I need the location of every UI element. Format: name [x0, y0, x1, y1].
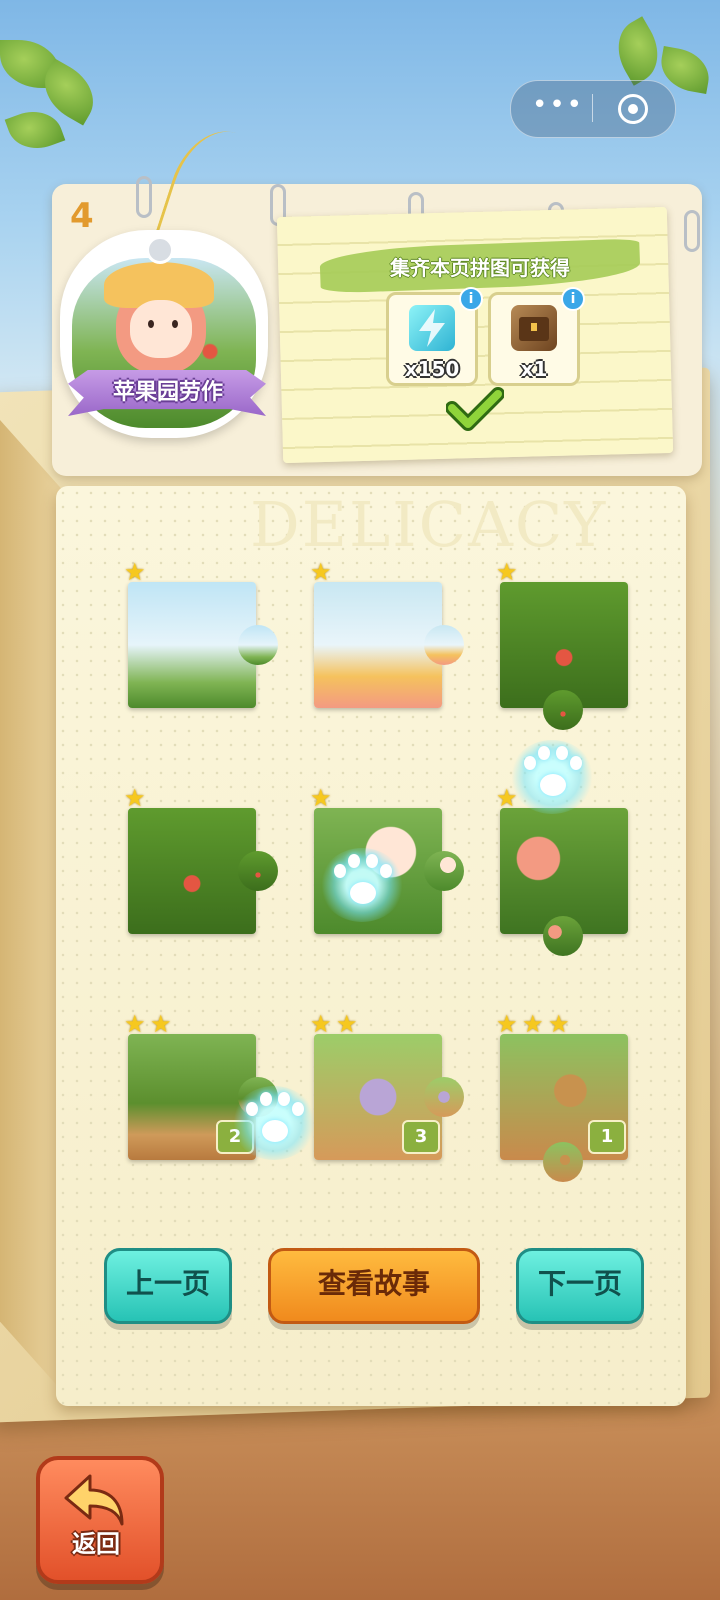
paw-pad: [246, 1102, 258, 1116]
lightning-icon: [409, 305, 455, 351]
star-icon: ★: [310, 1010, 332, 1038]
paw-pad: [278, 1092, 290, 1106]
piece-star-rating: ★ ★ ★: [496, 1012, 572, 1036]
close-miniprogram-icon[interactable]: [618, 94, 648, 124]
reward-item-energy[interactable]: x150 i: [386, 287, 483, 386]
puzzle-tab: [238, 851, 278, 891]
info-icon[interactable]: i: [561, 287, 585, 311]
character-name-label: 苹果园劳作: [112, 380, 223, 405]
puzzle-tab: [543, 916, 583, 956]
paw-pad: [334, 864, 346, 878]
paw-pad: [292, 1102, 304, 1116]
paw-pad: [538, 746, 550, 760]
puzzle-tab: [424, 1077, 464, 1117]
paw-pad: [380, 864, 392, 878]
page-number: 4: [70, 196, 94, 236]
paw-pad: [260, 1092, 272, 1106]
puzzle-tab: [543, 1142, 583, 1182]
foliage-decoration: [4, 102, 66, 158]
paw-pad: [524, 756, 536, 770]
piece-star-rating: ★: [310, 560, 334, 584]
piece-star-rating: ★: [310, 786, 334, 810]
paw-pad: [366, 854, 378, 868]
puzzle-piece[interactable]: [500, 582, 628, 730]
back-button-label: 返回: [72, 1530, 120, 1558]
piece-star-rating: ★: [124, 786, 148, 810]
piece-star-rating: ★: [124, 560, 148, 584]
puzzle-tab: [238, 625, 278, 665]
star-icon: ★: [548, 1010, 570, 1038]
next-page-button[interactable]: 下一页: [516, 1248, 644, 1324]
foliage-decoration: [605, 16, 671, 86]
paw-pad: [348, 854, 360, 868]
paw-pad: [570, 756, 582, 770]
star-icon: ★: [496, 558, 518, 586]
claimed-checkmark-icon: [446, 387, 504, 431]
paw-glow-icon[interactable]: [510, 740, 594, 814]
paw-pad: [556, 746, 568, 760]
star-icon: ★: [124, 784, 146, 812]
capsule-divider: [592, 94, 593, 122]
star-icon: ★: [124, 1010, 146, 1038]
puzzle-tab: [543, 690, 583, 730]
character-eye: [148, 320, 154, 328]
more-menu-button[interactable]: •••: [528, 90, 588, 126]
back-arrow-icon: [64, 1474, 124, 1526]
star-icon: ★: [310, 558, 332, 586]
view-story-button[interactable]: 查看故事: [268, 1248, 480, 1324]
puzzle-piece[interactable]: [128, 582, 278, 708]
star-icon: ★: [496, 1010, 518, 1038]
star-icon: ★: [522, 1010, 544, 1038]
puzzle-tab: [424, 625, 464, 665]
paw-pad: [350, 882, 376, 904]
character-eye: [172, 320, 178, 328]
binder-ring: [684, 210, 700, 252]
piece-star-rating: ★ ★: [310, 1012, 360, 1036]
star-icon: ★: [124, 558, 146, 586]
star-icon: ★: [150, 1010, 172, 1038]
reward-item-chest[interactable]: x1 i: [488, 287, 585, 386]
character-face: [130, 300, 192, 358]
previous-page-button[interactable]: 上一页: [104, 1248, 232, 1324]
paw-glow-icon[interactable]: [320, 848, 404, 922]
piece-count-badge: 3: [402, 1120, 440, 1154]
binder-ring: [136, 176, 152, 218]
badge-hole: [146, 236, 174, 264]
piece-count-badge: 1: [588, 1120, 626, 1154]
piece-star-rating: ★ ★: [124, 1012, 174, 1036]
star-icon: ★: [336, 1010, 358, 1038]
reward-quantity: x1: [520, 357, 548, 381]
puzzle-piece[interactable]: [128, 808, 278, 934]
piece-star-rating: ★: [496, 560, 520, 584]
paw-pad: [540, 774, 566, 796]
reward-title: 集齐本页拼图可获得: [390, 256, 570, 280]
treasure-chest-icon: [511, 305, 557, 351]
paw-glow-icon[interactable]: [232, 1086, 316, 1160]
page-watermark: DELICACY: [250, 488, 608, 561]
info-icon[interactable]: i: [459, 287, 483, 311]
reward-quantity: x150: [404, 357, 460, 381]
puzzle-piece[interactable]: [314, 582, 464, 708]
star-icon: ★: [310, 784, 332, 812]
paw-pad: [262, 1120, 288, 1142]
puzzle-tab: [424, 851, 464, 891]
puzzle-piece[interactable]: [500, 808, 628, 956]
